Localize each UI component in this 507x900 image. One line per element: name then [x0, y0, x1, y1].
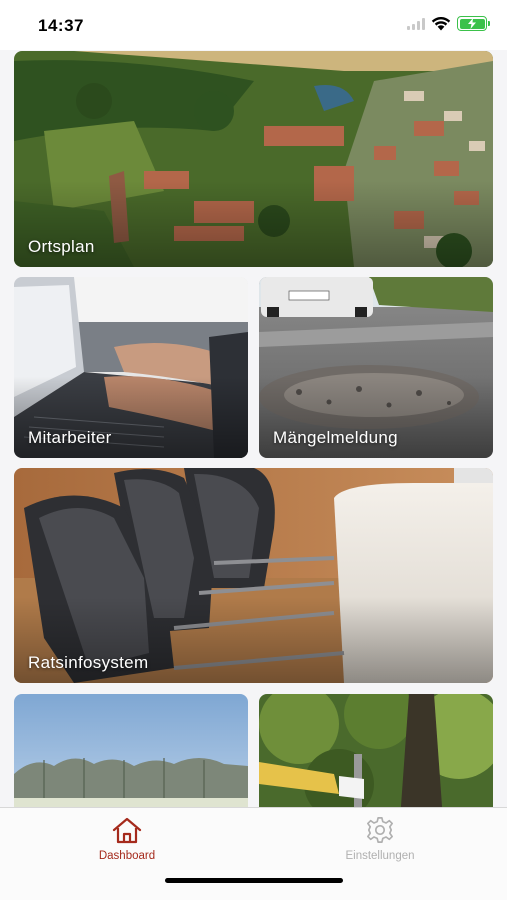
status-bar: 14:37 [0, 0, 507, 50]
tile-label-ortsplan: Ortsplan [28, 237, 95, 256]
tile-mitarbeiter[interactable]: Mitarbeiter [14, 277, 248, 458]
conference-chairs-image [14, 468, 493, 683]
tab-label-dashboard: Dashboard [98, 850, 156, 862]
forest-signpost-image [259, 694, 493, 807]
battery-charging-icon [457, 16, 490, 31]
tile-ortsplan[interactable]: Ortsplan [14, 51, 493, 267]
tile-landscape[interactable] [14, 694, 248, 807]
signal-icon [407, 17, 425, 30]
tile-ratsinfosystem[interactable]: Ratsinfosystem [14, 468, 493, 683]
landscape-trees-image [14, 694, 248, 807]
tab-label-einstellungen: Einstellungen [345, 850, 415, 862]
tab-einstellungen[interactable]: Einstellungen [300, 816, 460, 862]
gear-icon [367, 817, 393, 843]
wifi-icon [431, 16, 451, 30]
home-icon [112, 817, 142, 844]
tile-maengelmeldung[interactable]: Mängelmeldung [259, 277, 493, 458]
status-icons [407, 16, 490, 31]
tile-label-ratsinfosystem: Ratsinfosystem [28, 653, 149, 672]
tab-bar: Dashboard Einstellungen [0, 807, 507, 900]
home-indicator [165, 878, 343, 883]
aerial-village-image [14, 51, 493, 267]
tab-dashboard[interactable]: Dashboard [47, 816, 207, 862]
tile-signpost[interactable] [259, 694, 493, 807]
tile-label-mitarbeiter: Mitarbeiter [28, 428, 112, 447]
dashboard-content[interactable]: Ortsplan Mitarbeiter Mängelmeldung Ratsi… [0, 50, 507, 807]
status-time: 14:37 [38, 16, 84, 35]
tile-label-maengelmeldung: Mängelmeldung [273, 428, 398, 447]
